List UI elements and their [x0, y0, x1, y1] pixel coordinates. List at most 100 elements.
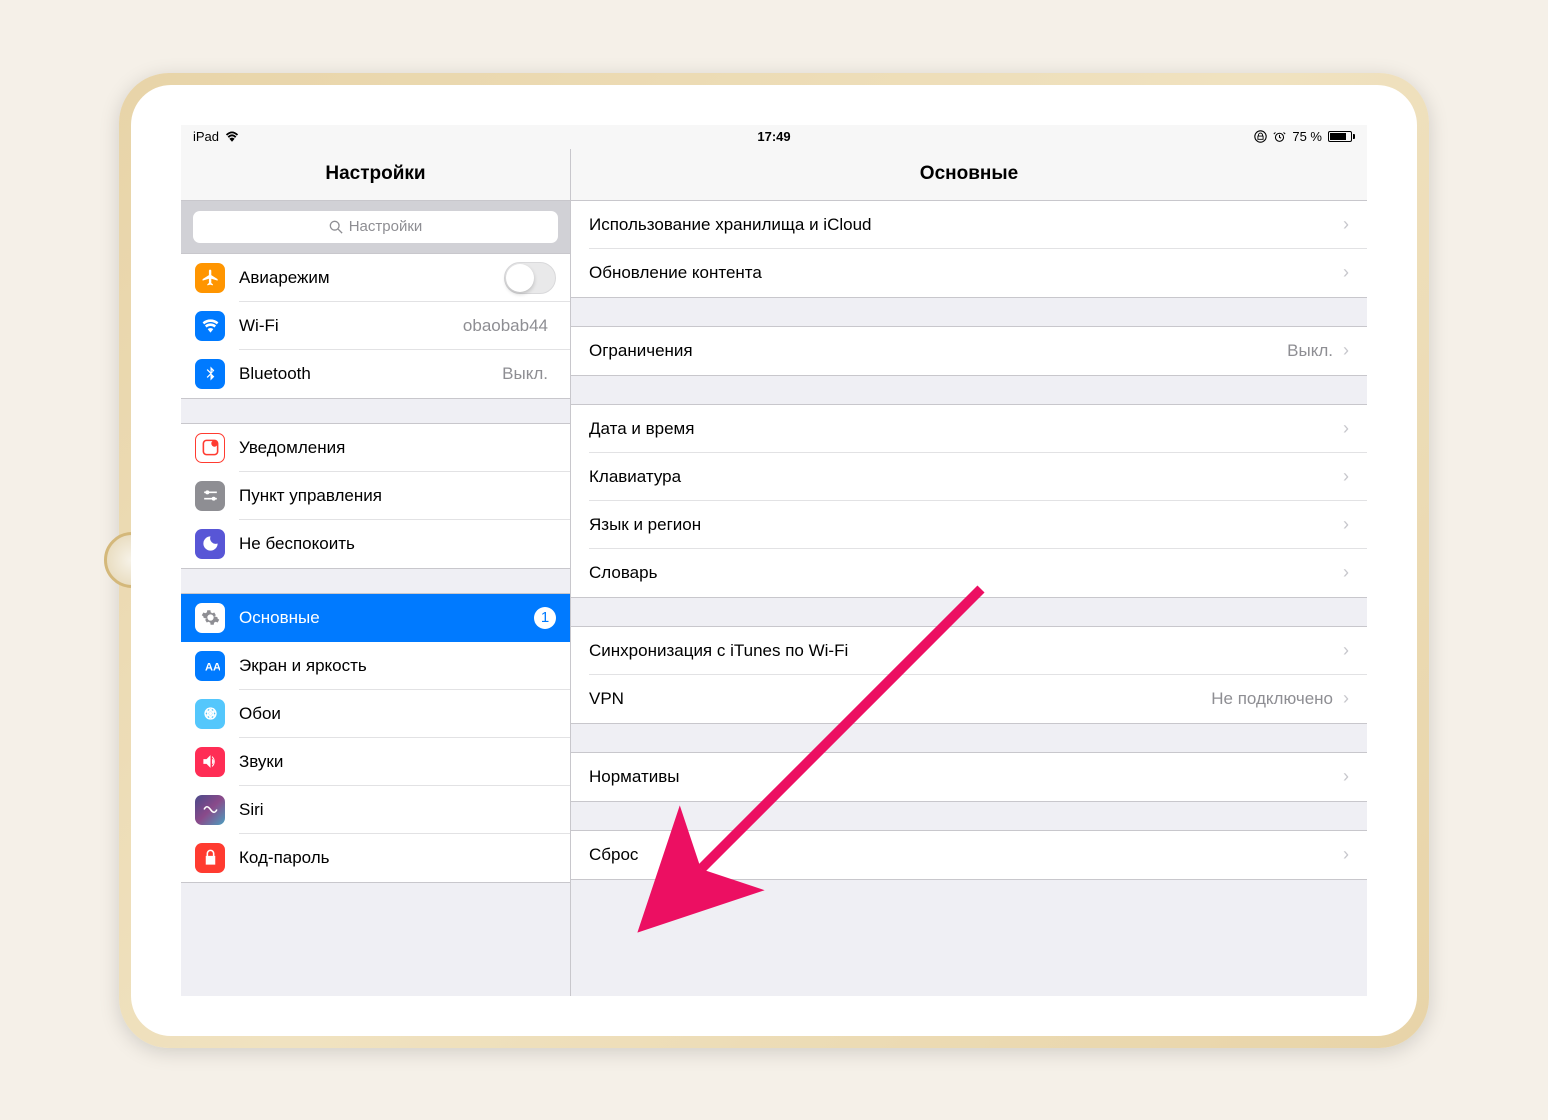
label: Wi-Fi	[239, 316, 463, 336]
ipad-bezel: iPad 17:49 75 % Настройки	[131, 85, 1417, 1036]
chevron-right-icon: ›	[1343, 418, 1349, 439]
sidebar-group: Основные 1 AA Экран и яркость Обои	[181, 593, 570, 883]
chevron-right-icon: ›	[1343, 466, 1349, 487]
sidebar-item-wallpaper[interactable]: Обои	[181, 690, 570, 738]
sidebar-item-control-center[interactable]: Пункт управления	[181, 472, 570, 520]
row-storage[interactable]: Использование хранилища и iCloud ›	[571, 201, 1367, 249]
sidebar-item-passcode[interactable]: Код-пароль	[181, 834, 570, 882]
row-itunes-wifi[interactable]: Синхронизация с iTunes по Wi-Fi ›	[571, 627, 1367, 675]
label: Словарь	[589, 563, 1343, 583]
chevron-right-icon: ›	[1343, 562, 1349, 583]
lock-icon	[195, 843, 225, 873]
chevron-right-icon: ›	[1343, 262, 1349, 283]
battery-percent: 75 %	[1292, 129, 1322, 144]
sidebar-item-general[interactable]: Основные 1	[181, 594, 570, 642]
sidebar-group: Уведомления Пункт управления Не беспокои…	[181, 423, 570, 569]
sidebar-item-bluetooth[interactable]: Bluetooth Выкл.	[181, 350, 570, 398]
label: Использование хранилища и iCloud	[589, 215, 1343, 235]
ipad-frame: iPad 17:49 75 % Настройки	[119, 73, 1429, 1048]
airplane-icon	[195, 263, 225, 293]
content-group: Дата и время › Клавиатура › Язык и регио…	[571, 404, 1367, 598]
search-container: Настройки	[181, 201, 570, 253]
content-pane: Основные Использование хранилища и iClou…	[571, 149, 1367, 996]
status-bar: iPad 17:49 75 %	[181, 125, 1367, 149]
row-bg-refresh[interactable]: Обновление контента ›	[571, 249, 1367, 297]
svg-text:AA: AA	[204, 661, 219, 673]
notification-badge: 1	[534, 607, 556, 629]
sidebar-group: Авиарежим Wi-Fi obaobab44 Bluet	[181, 253, 570, 399]
content-group: Синхронизация с iTunes по Wi-Fi › VPN Не…	[571, 626, 1367, 724]
wifi-value: obaobab44	[463, 316, 548, 336]
dnd-icon	[195, 529, 225, 559]
label: Siri	[239, 800, 556, 820]
sidebar-title: Настройки	[181, 149, 570, 201]
content-group: Ограничения Выкл. ›	[571, 326, 1367, 376]
row-keyboard[interactable]: Клавиатура ›	[571, 453, 1367, 501]
sidebar-item-sounds[interactable]: Звуки	[181, 738, 570, 786]
battery-icon	[1328, 131, 1355, 142]
sidebar-item-dnd[interactable]: Не беспокоить	[181, 520, 570, 568]
row-vpn[interactable]: VPN Не подключено ›	[571, 675, 1367, 723]
wifi-icon	[225, 131, 239, 142]
row-dictionary[interactable]: Словарь ›	[571, 549, 1367, 597]
status-right: 75 %	[968, 129, 1355, 144]
label: Ограничения	[589, 341, 1287, 361]
control-center-icon	[195, 481, 225, 511]
status-time: 17:49	[580, 129, 967, 144]
device-label: iPad	[193, 129, 219, 144]
label: Клавиатура	[589, 467, 1343, 487]
bluetooth-value: Выкл.	[502, 364, 548, 384]
sounds-icon	[195, 747, 225, 777]
sidebar-item-siri[interactable]: Siri	[181, 786, 570, 834]
chevron-right-icon: ›	[1343, 640, 1349, 661]
content-group: Сброс ›	[571, 830, 1367, 880]
label: Обои	[239, 704, 556, 724]
main-split: Настройки Настройки Авиарежим	[181, 149, 1367, 996]
chevron-right-icon: ›	[1343, 766, 1349, 787]
label: Экран и яркость	[239, 656, 556, 676]
label: Не беспокоить	[239, 534, 556, 554]
gear-icon	[195, 603, 225, 633]
alarm-icon	[1273, 130, 1286, 143]
search-input[interactable]: Настройки	[193, 211, 558, 243]
sidebar-item-notifications[interactable]: Уведомления	[181, 424, 570, 472]
sidebar: Настройки Настройки Авиарежим	[181, 149, 571, 996]
chevron-right-icon: ›	[1343, 844, 1349, 865]
row-restrictions[interactable]: Ограничения Выкл. ›	[571, 327, 1367, 375]
label: Сброс	[589, 845, 1343, 865]
label: Код-пароль	[239, 848, 556, 868]
bluetooth-icon	[195, 359, 225, 389]
label: Bluetooth	[239, 364, 502, 384]
notifications-icon	[195, 433, 225, 463]
row-datetime[interactable]: Дата и время ›	[571, 405, 1367, 453]
content-group: Нормативы ›	[571, 752, 1367, 802]
label: Обновление контента	[589, 263, 1343, 283]
label: Язык и регион	[589, 515, 1343, 535]
row-reset[interactable]: Сброс ›	[571, 831, 1367, 879]
sidebar-item-display[interactable]: AA Экран и яркость	[181, 642, 570, 690]
chevron-right-icon: ›	[1343, 688, 1349, 709]
sidebar-item-airplane[interactable]: Авиарежим	[181, 254, 570, 302]
display-icon: AA	[195, 651, 225, 681]
search-placeholder: Настройки	[349, 218, 423, 235]
label: Дата и время	[589, 419, 1343, 439]
spacer	[571, 880, 1367, 908]
label: Синхронизация с iTunes по Wi-Fi	[589, 641, 1343, 661]
label: Уведомления	[239, 438, 556, 458]
wifi-icon	[195, 311, 225, 341]
status-left: iPad	[193, 129, 580, 144]
airplane-toggle[interactable]	[504, 262, 556, 294]
chevron-right-icon: ›	[1343, 214, 1349, 235]
label: Пункт управления	[239, 486, 556, 506]
label: Нормативы	[589, 767, 1343, 787]
value: Выкл.	[1287, 341, 1333, 361]
row-regulatory[interactable]: Нормативы ›	[571, 753, 1367, 801]
orientation-lock-icon	[1254, 130, 1267, 143]
chevron-right-icon: ›	[1343, 514, 1349, 535]
content-title: Основные	[571, 149, 1367, 201]
chevron-right-icon: ›	[1343, 340, 1349, 361]
sidebar-item-wifi[interactable]: Wi-Fi obaobab44	[181, 302, 570, 350]
search-icon	[329, 220, 343, 234]
value: Не подключено	[1211, 689, 1333, 709]
row-language[interactable]: Язык и регион ›	[571, 501, 1367, 549]
